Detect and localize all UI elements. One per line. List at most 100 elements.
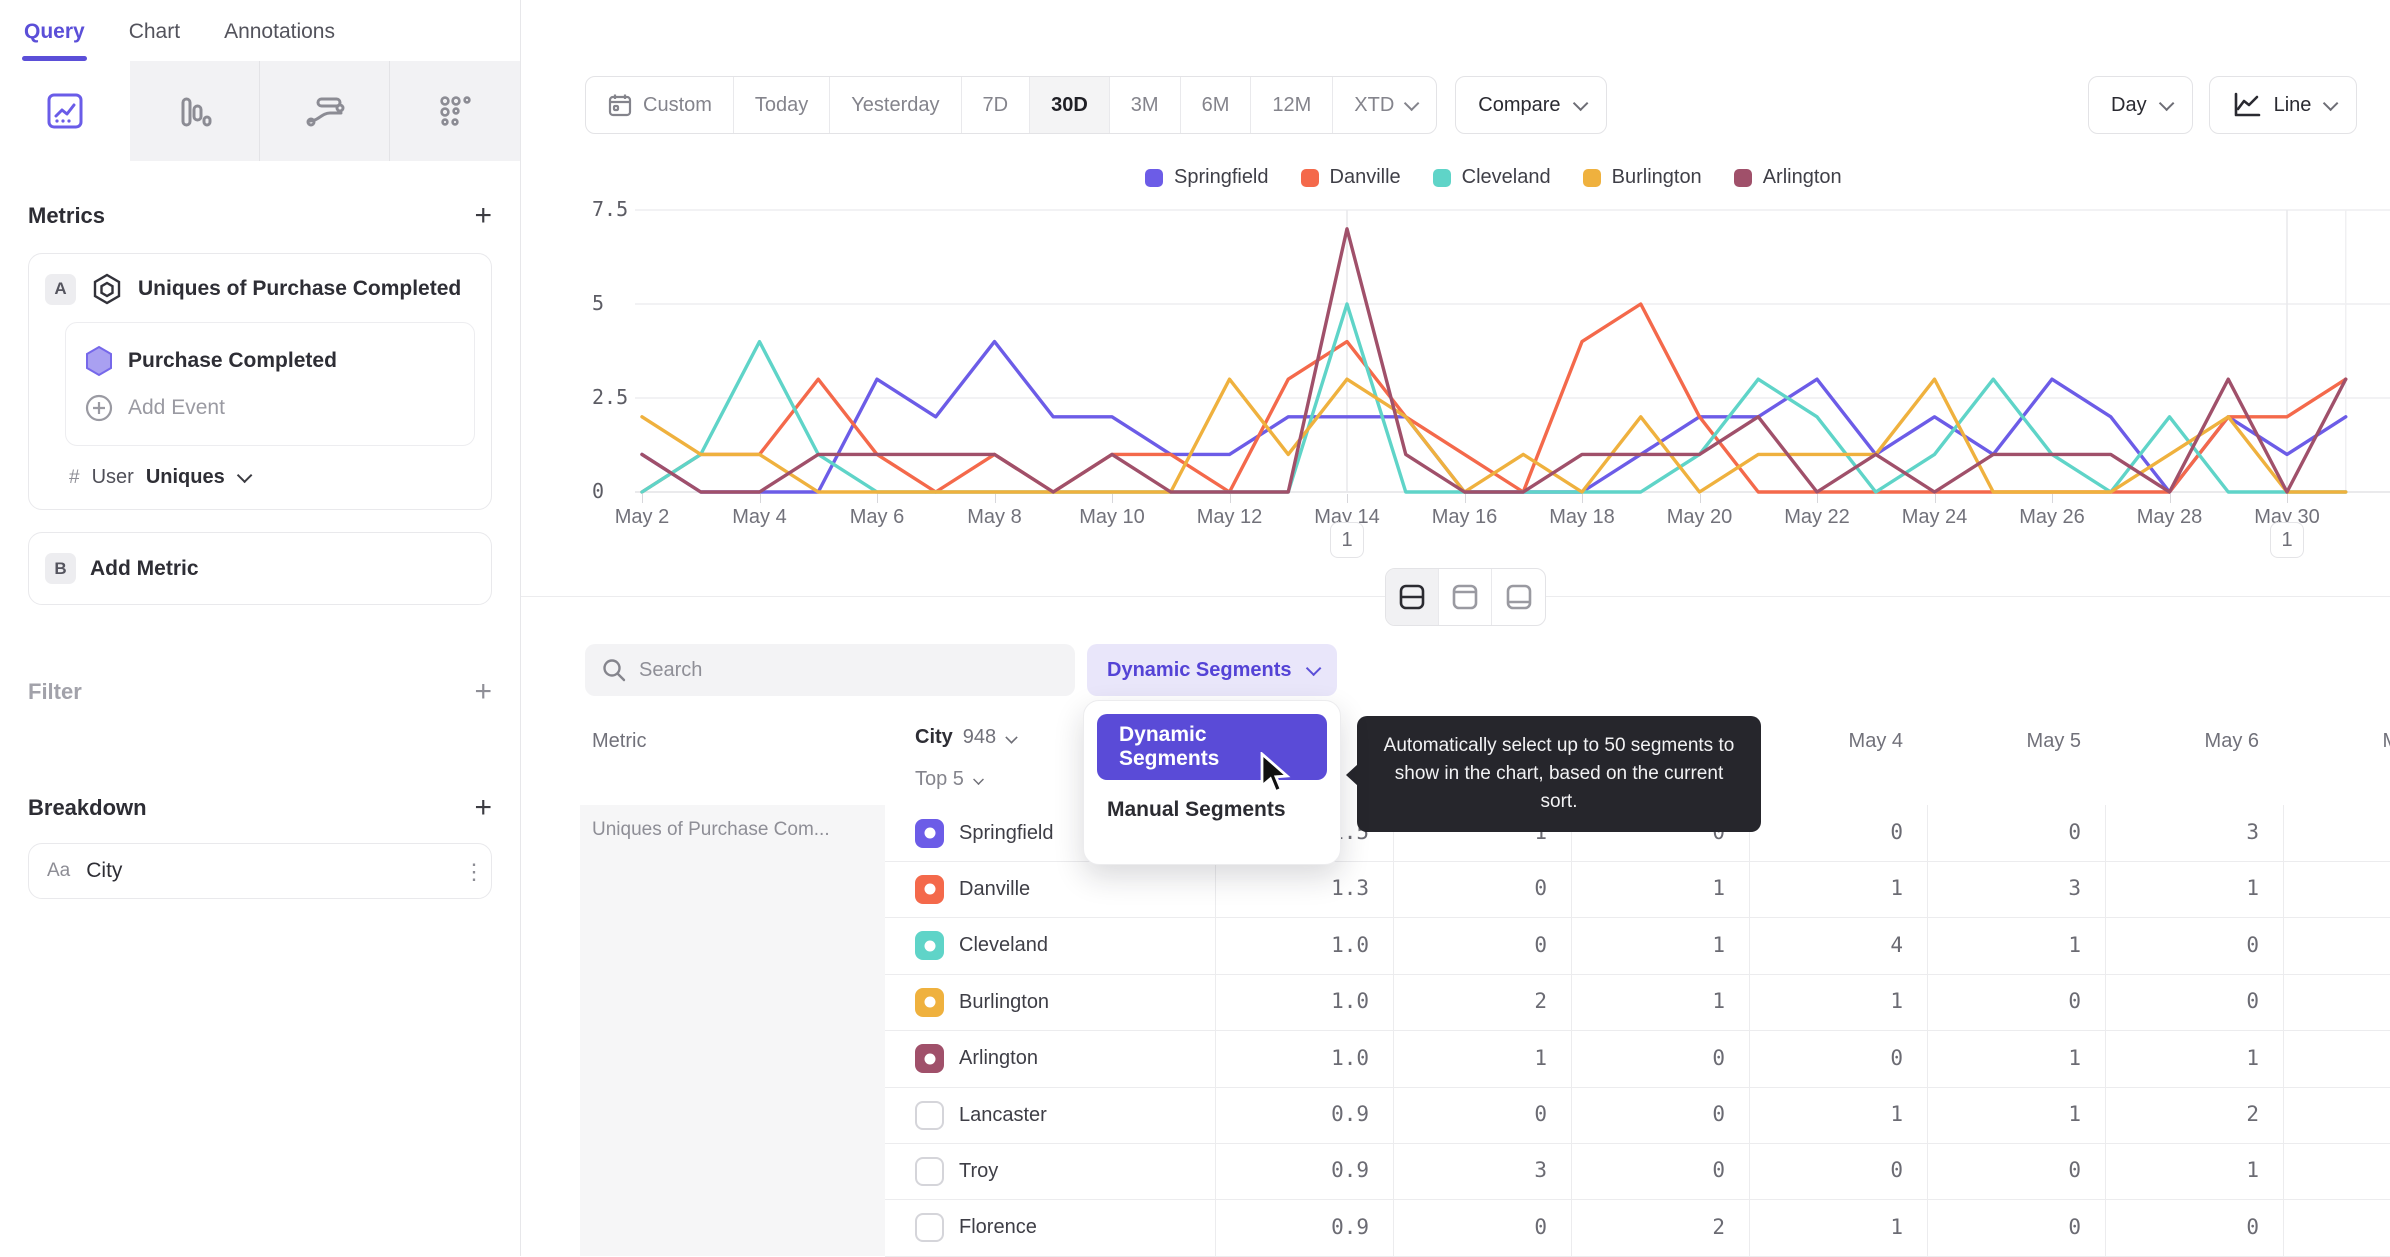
segment-checkbox[interactable] (915, 874, 944, 904)
range-6m[interactable]: 6M (1181, 77, 1252, 133)
add-metric-plus-button[interactable]: + (474, 201, 492, 231)
line-style-icon (2232, 91, 2262, 119)
dropdown-item-manual-segments[interactable]: Manual Segments (1097, 798, 1327, 822)
x-tick-label: May 2 (614, 506, 670, 528)
day-value: 1 (2068, 932, 2081, 957)
chart-style-button[interactable]: Line (2208, 76, 2358, 134)
day-value: 1 (1890, 1214, 1903, 1239)
date-column-header: May 7 (2277, 730, 2390, 753)
segment-checkbox[interactable] (915, 1100, 944, 1130)
segments-mode-button[interactable]: Dynamic Segments (1087, 644, 1337, 696)
search-input[interactable] (639, 658, 1059, 682)
add-event-row[interactable]: Add Event (82, 385, 458, 431)
range-30d[interactable]: 30D (1030, 77, 1110, 133)
day-value: 1 (2246, 876, 2259, 901)
breakdown-city-card[interactable]: Aa City ⋮ (28, 843, 492, 899)
metric-column-header: Metric (592, 730, 647, 752)
x-tick (1934, 494, 1936, 503)
chevron-down-icon (1005, 731, 1018, 744)
range-3m[interactable]: 3M (1110, 77, 1181, 133)
avg-value: 0.9 (1331, 1214, 1369, 1239)
granularity-button[interactable]: Day (2088, 76, 2193, 134)
segment-checkbox[interactable] (915, 931, 944, 961)
tab-chart[interactable]: Chart (129, 20, 180, 61)
chevron-down-icon (1404, 95, 1420, 111)
event-row[interactable]: Purchase Completed (82, 337, 458, 385)
event-name: Purchase Completed (128, 349, 337, 372)
add-breakdown-button[interactable]: + (474, 793, 492, 823)
top5-selector[interactable]: Top 5 (915, 768, 984, 791)
chart-type-bar (0, 61, 520, 161)
chevron-down-icon (2158, 95, 2174, 111)
add-filter-button[interactable]: + (474, 677, 492, 707)
chart-top-view-button[interactable] (1439, 569, 1492, 625)
segments-mode-label: Dynamic Segments (1107, 658, 1292, 681)
legend-item-springfield[interactable]: Springfield (1145, 166, 1269, 189)
segment-checkbox[interactable] (915, 1156, 944, 1186)
tab-query[interactable]: Query (22, 20, 87, 61)
annotation-badge[interactable]: 1 (2270, 522, 2304, 558)
line-chart[interactable] (580, 196, 2390, 506)
range-today[interactable]: Today (734, 77, 831, 133)
day-value: 1 (1890, 876, 1903, 901)
range-label: Custom (643, 93, 712, 116)
metrics-title: Metrics (28, 203, 106, 228)
legend-item-danville[interactable]: Danville (1300, 166, 1401, 189)
x-tick (2169, 494, 2171, 503)
legend-item-burlington[interactable]: Burlington (1582, 166, 1702, 189)
chart-type-dot-grid[interactable] (390, 61, 520, 161)
annotation-badge[interactable]: 1 (1330, 522, 1364, 558)
x-tick (1347, 494, 1348, 503)
city-column-header[interactable]: City 948 (915, 726, 1018, 749)
range-label: 7D (982, 93, 1009, 116)
split-view-button[interactable] (1386, 569, 1439, 625)
segment-search[interactable] (585, 644, 1075, 696)
compare-button[interactable]: Compare (1455, 76, 1607, 134)
segment-checkbox[interactable] (915, 818, 944, 848)
day-value: 1 (1712, 876, 1725, 901)
range-custom[interactable]: Custom (586, 77, 734, 133)
metric-b-card[interactable]: B Add Metric (28, 532, 492, 605)
date-column-header: May 6 (2204, 730, 2259, 752)
range-12m[interactable]: 12M (1251, 77, 1334, 133)
x-tick-label: May 4 (732, 506, 787, 528)
series-line-arlington (640, 227, 2348, 494)
kebab-menu-icon[interactable]: ⋮ (463, 860, 485, 882)
segment-checkbox[interactable] (915, 987, 944, 1017)
x-tick-label: May 12 (1196, 506, 1263, 528)
metric-column-background (580, 805, 885, 1256)
measure-selector[interactable]: # User Uniques (69, 466, 475, 489)
tab-annotations[interactable]: Annotations (224, 20, 335, 61)
chart-type-line-chart[interactable] (0, 61, 130, 161)
chart-type-bar-chart[interactable] (130, 61, 260, 161)
metric-a-title[interactable]: Uniques of Purchase Completed (138, 277, 461, 301)
range-label: Yesterday (851, 93, 940, 116)
range-xtd[interactable]: XTD (1333, 77, 1436, 133)
range-label: 12M (1272, 93, 1312, 116)
range-label: 6M (1201, 93, 1230, 116)
x-tick-label: May 28 (2136, 506, 2203, 528)
day-value: 0 (2246, 989, 2259, 1014)
day-value: 2 (2246, 1102, 2259, 1126)
filter-title: Filter (28, 679, 82, 704)
range-label: XTD (1354, 93, 1395, 116)
range-yesterday[interactable]: Yesterday (830, 77, 962, 133)
chart-type-flows[interactable] (260, 61, 390, 161)
segment-city-label: Springfield (959, 821, 1054, 844)
x-tick-label: May 16 (1431, 506, 1498, 528)
line-chart-icon (45, 91, 85, 131)
segment-checkbox[interactable] (915, 1044, 944, 1074)
legend-swatch (1432, 168, 1451, 187)
legend-item-cleveland[interactable]: Cleveland (1432, 166, 1551, 189)
day-value: 1 (2068, 1045, 2081, 1070)
legend-item-arlington[interactable]: Arlington (1733, 166, 1842, 189)
metric-b-badge: B (45, 553, 76, 584)
range-7d[interactable]: 7D (962, 77, 1031, 133)
table-bottom-view-button[interactable] (1492, 569, 1545, 625)
x-tick (1817, 494, 1818, 503)
day-value: 0 (1890, 1158, 1903, 1183)
avg-value: 0.9 (1331, 1158, 1369, 1183)
day-value: 1 (1890, 1102, 1903, 1126)
day-value: 0 (2068, 989, 2081, 1014)
segment-checkbox[interactable] (915, 1213, 944, 1243)
